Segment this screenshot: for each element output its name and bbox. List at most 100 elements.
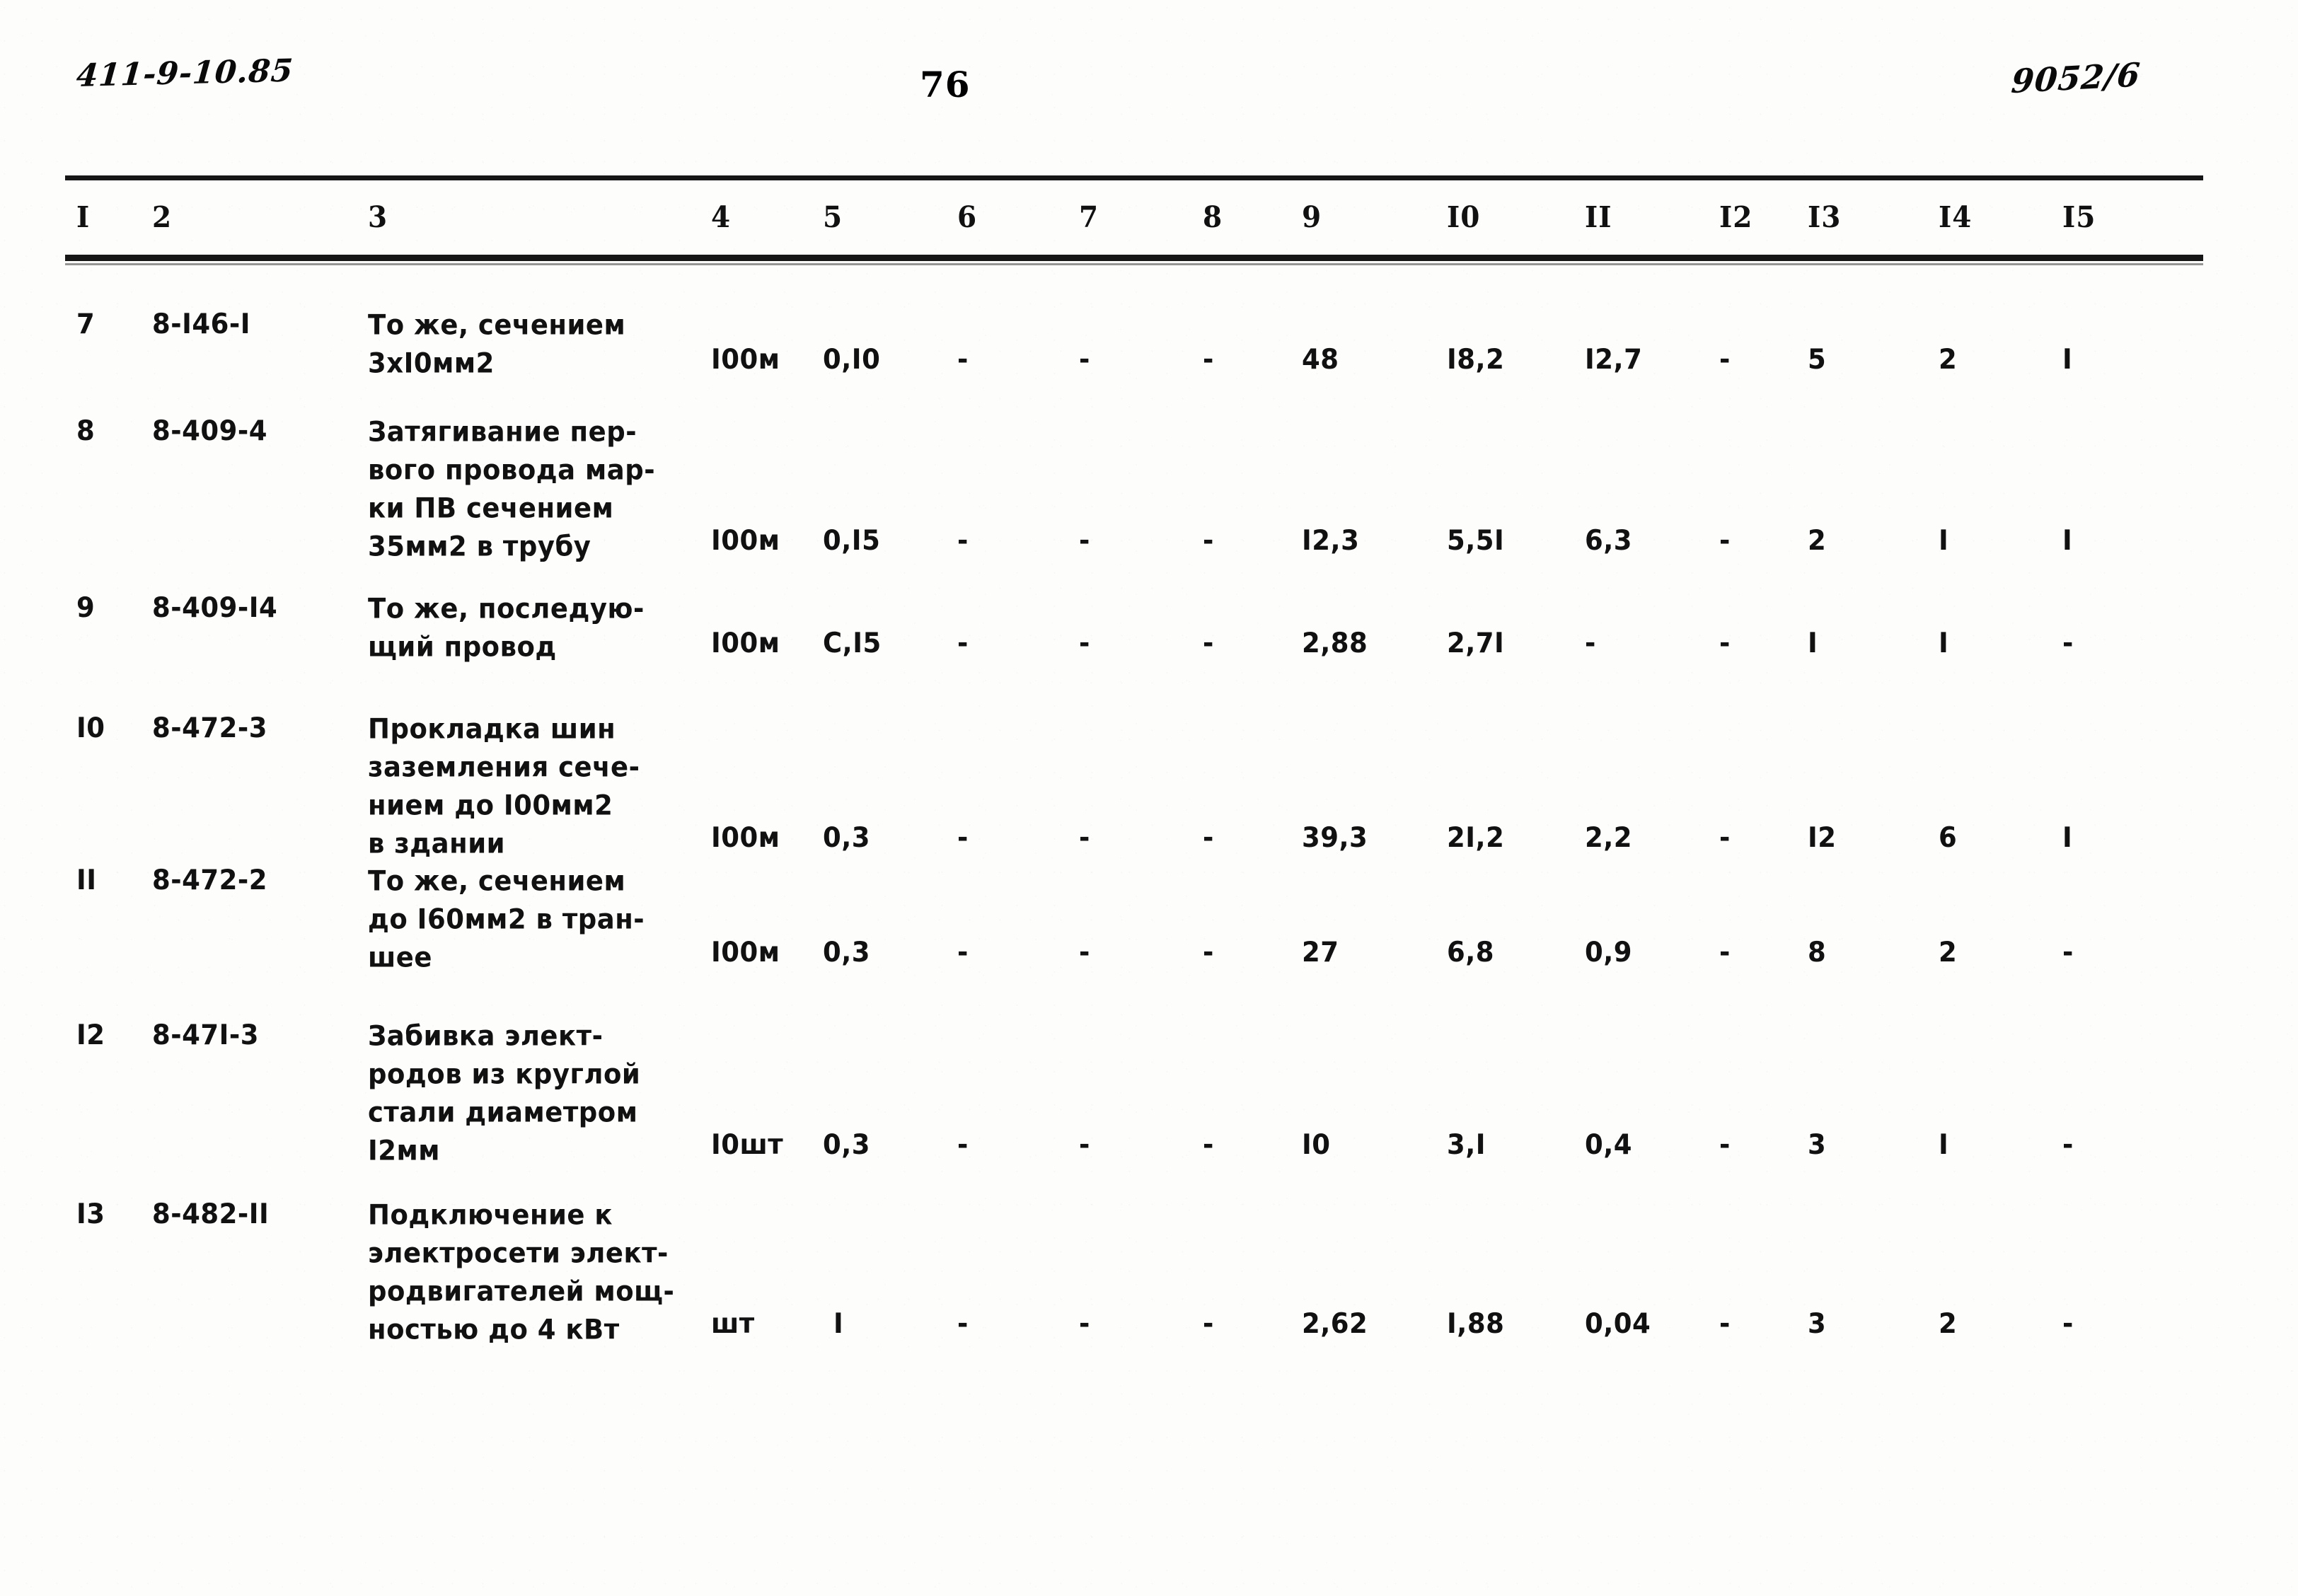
value-col-11: 0,4 [1585,1128,1633,1161]
column-header-5: 5 [823,200,843,235]
value-col-11: I2,7 [1585,343,1643,376]
work-description: То же, сечением 3хI0мм2 [368,308,626,379]
value-col-7: - [1079,627,1090,659]
unit-of-measure: I00м [711,936,780,968]
table-header-rule-shadow [65,263,2203,265]
work-description: Подключение к электросети элект- родвига… [368,1198,675,1346]
value-col-15: I [2062,343,2073,376]
value-col-7: - [1079,1128,1090,1161]
column-header-4: 4 [711,200,732,235]
value-col-7: - [1079,524,1090,557]
value-col-11: 6,3 [1585,524,1633,557]
value-col-14: 2 [1939,936,1958,968]
value-col-10: I8,2 [1447,343,1505,376]
value-col-5: 0,I5 [823,524,881,557]
value-col-11: 0,04 [1585,1307,1651,1340]
value-col-11: 2,2 [1585,821,1633,854]
value-col-8: - [1203,343,1214,376]
row-number: 9 [76,591,96,624]
value-col-10: I,88 [1447,1307,1505,1340]
value-col-5: I [833,1307,844,1340]
unit-of-measure: I00м [711,821,780,854]
column-header-15: I5 [2062,200,2096,235]
value-col-14: 2 [1939,343,1958,376]
column-header-11: II [1585,200,1612,235]
value-col-12: - [1719,524,1731,557]
value-col-9: I0 [1302,1128,1331,1161]
value-col-14: I [1939,1128,1949,1161]
value-col-8: - [1203,821,1214,854]
value-col-15: - [2062,936,2074,968]
value-col-11: - [1585,627,1596,659]
row-number: I2 [76,1019,105,1051]
value-col-13: 2 [1808,524,1827,557]
value-col-12: - [1719,936,1731,968]
column-header-12: I2 [1719,200,1753,235]
value-col-6: - [957,1307,969,1340]
row-number: II [76,864,97,896]
value-col-10: 3,I [1447,1128,1486,1161]
value-col-14: 2 [1939,1307,1958,1340]
value-col-10: 6,8 [1447,936,1495,968]
value-col-9: I2,3 [1302,524,1360,557]
norm-code: 8-472-2 [152,864,267,896]
value-col-9: 48 [1302,343,1339,376]
value-col-12: - [1719,627,1731,659]
value-col-9: 39,3 [1302,821,1368,854]
handwritten-archive-number: 9052/6 [2009,55,2142,101]
value-col-12: - [1719,343,1731,376]
handwritten-document-code: 411-9-10.85 [74,52,295,95]
value-col-5: 0,3 [823,821,871,854]
value-col-8: - [1203,627,1214,659]
value-col-9: 2,88 [1302,627,1368,659]
value-col-6: - [957,343,969,376]
value-col-6: - [957,524,969,557]
value-col-9: 2,62 [1302,1307,1368,1340]
value-col-6: - [957,1128,969,1161]
column-header-8: 8 [1203,200,1223,235]
column-header-10: I0 [1447,200,1481,235]
value-col-10: 5,5I [1447,524,1505,557]
column-header-1: I [76,200,91,235]
unit-of-measure: I00м [711,343,780,376]
value-col-13: 3 [1808,1128,1827,1161]
value-col-15: - [2062,627,2074,659]
value-col-8: - [1203,936,1214,968]
value-col-13: 3 [1808,1307,1827,1340]
value-col-8: - [1203,1307,1214,1340]
value-col-14: I [1939,524,1949,557]
value-col-12: - [1719,1307,1731,1340]
table-top-rule [65,175,2203,180]
norm-code: 8-I46-I [152,308,250,340]
value-col-6: - [957,627,969,659]
row-number: 7 [76,308,96,340]
value-col-13: I [1808,627,1818,659]
column-header-9: 9 [1302,200,1322,235]
value-col-9: 27 [1302,936,1339,968]
value-col-15: - [2062,1128,2074,1161]
value-col-13: I2 [1808,821,1837,854]
work-description: Забивка элект- родов из круглой стали ди… [368,1019,641,1167]
value-col-7: - [1079,936,1090,968]
work-description: То же, сечением до I60мм2 в тран- шее [368,865,645,973]
work-description: Прокладка шин заземления сече- нием до I… [368,712,640,860]
value-col-11: 0,9 [1585,936,1633,968]
value-col-6: - [957,821,969,854]
value-col-6: - [957,936,969,968]
value-col-15: I [2062,821,2073,854]
work-description: Затягивание пер- вого провода мар- ки ПВ… [368,415,656,562]
row-number: I3 [76,1198,105,1230]
norm-code: 8-482-II [152,1198,270,1230]
value-col-12: - [1719,821,1731,854]
scanned-page: 411-9-10.85 76 9052/6 I 2 3 4 5 6 7 8 9 … [0,0,2298,1596]
value-col-13: 8 [1808,936,1827,968]
scan-grain-overlay [0,0,2298,1596]
value-col-10: 2I,2 [1447,821,1505,854]
value-col-13: 5 [1808,343,1827,376]
column-header-7: 7 [1079,200,1099,235]
row-number: I0 [76,712,105,744]
value-col-5: С,I5 [823,627,882,659]
column-header-2: 2 [152,200,173,235]
value-col-7: - [1079,821,1090,854]
value-col-7: - [1079,343,1090,376]
